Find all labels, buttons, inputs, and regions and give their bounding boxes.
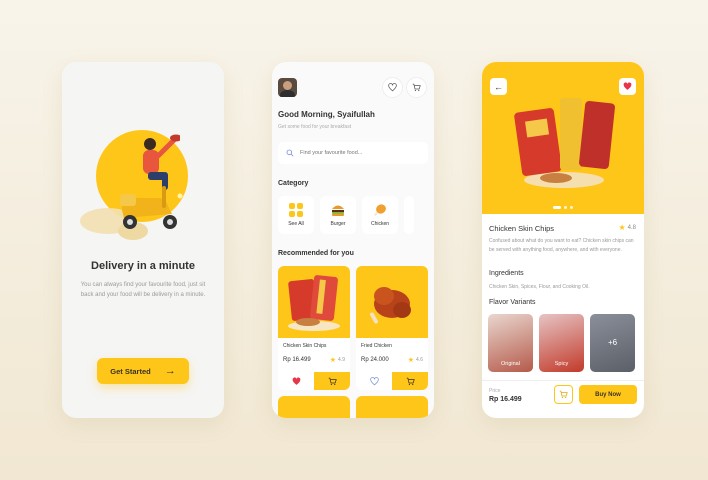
product-card-partial[interactable] <box>278 396 350 418</box>
burger-icon <box>332 205 344 216</box>
category-item-burger[interactable]: Burger <box>320 196 356 234</box>
product-rating: ★ 4.6 <box>408 356 423 364</box>
divider <box>482 380 644 381</box>
onboarding-title: Delivery in a minute <box>91 260 195 272</box>
price-label: Price <box>489 388 501 394</box>
category-label: Burger <box>330 221 346 227</box>
category-item-partial[interactable] <box>404 196 414 234</box>
card-actions <box>356 372 428 390</box>
variant-label: Original <box>501 361 520 367</box>
recommended-title: Recommended for you <box>278 250 354 257</box>
rating-value: 4.9 <box>338 357 345 363</box>
cart-button[interactable] <box>406 77 427 98</box>
search-icon <box>286 149 294 157</box>
rating-value: 4.8 <box>627 224 636 231</box>
detail-screen: ← Chicken Skin Chips ★ 4.8 Confused abou… <box>482 62 644 418</box>
product-price: Rp 24.000 <box>361 357 389 363</box>
carousel-dot[interactable] <box>564 206 567 209</box>
variant-more[interactable]: +6 <box>590 314 635 372</box>
category-item-see-all[interactable]: See All <box>278 196 314 234</box>
product-rating: ★ 4.8 <box>618 223 636 232</box>
variant-spicy[interactable]: Spicy <box>539 314 584 372</box>
star-icon: ★ <box>329 357 337 364</box>
onboarding-screen: Delivery in a minute You can always find… <box>62 62 224 418</box>
buy-now-button[interactable]: Buy Now <box>579 385 637 404</box>
variant-label: Spicy <box>554 361 569 367</box>
back-button[interactable]: ← <box>490 78 507 95</box>
product-card[interactable]: Chicken Skin Chips Rp 16.499 ★ 4.9 <box>278 266 350 390</box>
category-label: Chicken <box>370 221 390 227</box>
add-to-cart-button[interactable] <box>392 372 428 390</box>
product-description: Confused about what do you want to eat? … <box>489 238 634 253</box>
product-rating: ★ 4.9 <box>330 356 345 364</box>
heart-filled-icon <box>292 376 300 385</box>
add-to-cart-button[interactable] <box>314 372 350 390</box>
carousel-dot[interactable] <box>553 206 561 209</box>
product-name: Chicken Skin Chips <box>283 343 327 349</box>
product-name: Fried Chicken <box>361 343 392 349</box>
product-price: Rp 16.499 <box>283 357 311 363</box>
rating-value: 4.6 <box>416 357 423 363</box>
category-label: See All <box>288 221 304 227</box>
cart-icon <box>406 377 415 385</box>
variant-original[interactable]: Original <box>488 314 533 372</box>
carousel-dot[interactable] <box>570 206 573 209</box>
search-input[interactable] <box>300 150 410 156</box>
carousel-indicator <box>482 206 644 209</box>
product-image <box>278 266 350 338</box>
category-title: Category <box>278 180 309 187</box>
category-list: See All Burger Chicken <box>278 196 414 234</box>
ingredients-text: Chicken Skin, Spices, Flour, and Cooking… <box>489 284 590 290</box>
product-card-partial[interactable] <box>356 396 428 418</box>
arrow-left-icon: ← <box>494 81 503 92</box>
grid-icon <box>289 203 303 217</box>
search-bar[interactable] <box>278 142 428 164</box>
star-icon: ★ <box>618 223 626 232</box>
variant-list: Original Spicy +6 <box>488 314 635 372</box>
variant-more-label: +6 <box>607 338 618 347</box>
product-grid: Chicken Skin Chips Rp 16.499 ★ 4.9 Fried… <box>278 266 428 390</box>
greeting-title: Good Morning, Syaifullah <box>278 110 375 119</box>
product-title: Chicken Skin Chips <box>489 224 555 233</box>
onboarding-description: You can always find your favourite food,… <box>80 282 206 298</box>
cart-icon <box>559 390 568 399</box>
heart-filled-icon <box>623 82 632 90</box>
star-icon: ★ <box>407 357 415 364</box>
ingredients-title: Ingredients <box>489 270 524 277</box>
product-image <box>356 266 428 338</box>
category-item-chicken[interactable]: Chicken <box>362 196 398 234</box>
arrow-right-icon: → <box>164 364 176 377</box>
add-to-cart-button[interactable] <box>554 385 573 404</box>
scooter-illustration <box>120 186 183 229</box>
get-started-label: Get Started <box>110 366 151 376</box>
heart-outline-icon <box>388 83 397 92</box>
price-value: Rp 16.499 <box>489 396 522 403</box>
favorite-button[interactable] <box>356 372 392 390</box>
favorite-button[interactable] <box>619 78 636 95</box>
variants-title: Flavor Variants <box>489 299 536 306</box>
avatar[interactable] <box>278 78 297 97</box>
home-screen: Good Morning, Syaifullah Get some food f… <box>272 62 434 418</box>
cart-icon <box>328 377 337 385</box>
chicken-icon <box>374 204 386 216</box>
product-card[interactable]: Fried Chicken Rp 24.000 ★ 4.6 <box>356 266 428 390</box>
get-started-button[interactable]: Get Started → <box>97 358 189 384</box>
favorites-button[interactable] <box>382 77 403 98</box>
card-actions <box>278 372 350 390</box>
heart-outline-icon <box>369 376 379 385</box>
greeting-subtitle: Get some food for your breakfast <box>278 124 352 130</box>
favorite-button[interactable] <box>278 372 314 390</box>
cart-icon <box>412 83 421 92</box>
